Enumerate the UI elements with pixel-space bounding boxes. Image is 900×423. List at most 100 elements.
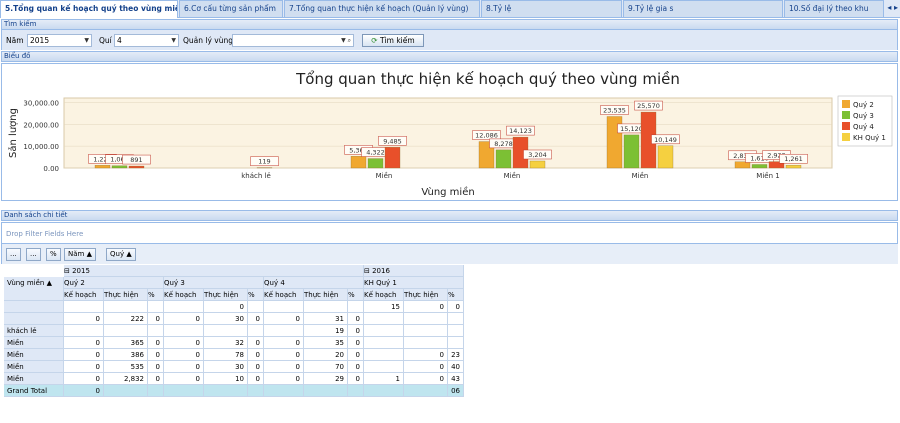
grand-total-cell: 06: [448, 385, 464, 397]
field-button-year[interactable]: Năm ▲: [64, 248, 96, 261]
grand-total-cell: [104, 385, 148, 397]
tab-overview-quarter[interactable]: 5.Tổng quan kế hoạch quý theo vùng miền: [0, 0, 178, 18]
data-cell: 386: [104, 349, 148, 361]
y-axis-label: Sản lượng: [7, 108, 19, 158]
data-label: 8,278: [494, 140, 513, 148]
x-tick-label: Miền: [504, 172, 521, 180]
data-cell: 30: [204, 313, 248, 325]
grand-total-cell: [248, 385, 264, 397]
x-tick-label: khách lẻ: [241, 172, 271, 180]
search-button[interactable]: ⟳ Tìm kiếm: [362, 34, 424, 47]
bar: [111, 165, 128, 169]
data-cell: 222: [104, 313, 148, 325]
data-cell: [348, 301, 364, 313]
data-cell: 31: [304, 313, 348, 325]
data-cell: 2,832: [104, 373, 148, 385]
year-header-2015[interactable]: ⊟ 2015: [64, 265, 364, 277]
data-label: 15,120: [620, 125, 643, 133]
data-cell: [248, 325, 264, 337]
x-tick-label: Miền: [376, 172, 393, 180]
field-button-percent[interactable]: %: [46, 248, 61, 261]
chart-panel: Tổng quan thực hiện kế hoạch quý theo vù…: [1, 63, 898, 201]
region-select[interactable]: ▼ ⌕: [232, 34, 354, 47]
data-cell: 70: [304, 361, 348, 373]
quarter-label: Quí: [99, 36, 112, 45]
legend-entry: Quý 3: [853, 112, 874, 120]
data-cell: 0: [348, 325, 364, 337]
data-cell: 0: [64, 361, 104, 373]
data-cell: 15: [364, 301, 404, 313]
chevron-down-icon: ▼: [171, 37, 176, 44]
quarter-header: Quý 4: [264, 277, 364, 289]
data-cell: [148, 301, 164, 313]
data-cell: 0: [248, 373, 264, 385]
x-axis-label: Vùng miền: [421, 186, 474, 198]
bar: [529, 160, 546, 169]
data-cell: [64, 301, 104, 313]
year-header-2016[interactable]: ⊟ 2016: [364, 265, 464, 277]
data-label: 1,261: [784, 155, 803, 163]
bar: [128, 165, 145, 169]
data-cell: [404, 325, 448, 337]
quarter-header: Quý 2: [64, 277, 164, 289]
data-cell: 32: [204, 337, 248, 349]
y-tick-label: 30,000.00: [23, 99, 59, 107]
data-cell: [164, 301, 204, 313]
data-cell: 0: [148, 361, 164, 373]
measure-header: Thực hiện: [104, 289, 148, 301]
legend-swatch: [842, 133, 850, 141]
data-label: 10,149: [654, 136, 677, 144]
chart-title: Tổng quan thực hiện kế hoạch quý theo vù…: [295, 70, 680, 88]
data-cell: 0: [148, 337, 164, 349]
grand-total-cell: [164, 385, 204, 397]
data-cell: 29: [304, 373, 348, 385]
legend-swatch: [842, 100, 850, 108]
bar: [734, 161, 751, 169]
row-field-vung-mien[interactable]: Vùng miền ▲: [4, 277, 64, 301]
measure-header: Kế hoạch: [164, 289, 204, 301]
tab-agents-by-area[interactable]: 10.Số đại lý theo khu: [784, 0, 884, 17]
grand-total-label: Grand Total: [4, 385, 64, 397]
data-cell: 0: [164, 373, 204, 385]
data-cell: 0: [248, 349, 264, 361]
data-cell: [204, 325, 248, 337]
tab-scroll-arrows[interactable]: ◂ ▸: [887, 3, 898, 12]
data-cell: 30: [204, 361, 248, 373]
data-cell: 0: [348, 361, 364, 373]
data-cell: 0: [164, 349, 204, 361]
data-label: 12,086: [475, 132, 498, 140]
bar: [495, 149, 512, 169]
field-button-quarter[interactable]: Quý ▲: [106, 248, 136, 261]
search-group-header: Tìm kiếm: [1, 19, 898, 30]
x-tick-label: Miền: [632, 172, 649, 180]
data-label: 9,485: [383, 137, 402, 145]
row-header: Miền: [4, 337, 64, 349]
data-cell: [264, 301, 304, 313]
data-cell: 0: [404, 301, 448, 313]
data-cell: 40: [448, 361, 464, 373]
tab-product-structure[interactable]: 6.Cơ cấu từng sản phẩm: [179, 0, 283, 17]
grand-total-cell: [348, 385, 364, 397]
chart-group-header: Biểu đồ: [1, 51, 898, 62]
measure-header: Thực hiện: [204, 289, 248, 301]
year-select[interactable]: 2015 ▼: [27, 34, 92, 47]
data-cell: 0: [64, 337, 104, 349]
bar-chart: Tổng quan thực hiện kế hoạch quý theo vù…: [7, 70, 893, 198]
quarter-select[interactable]: 4 ▼: [114, 34, 179, 47]
data-cell: [364, 349, 404, 361]
tab-ratio[interactable]: 8.Tỷ lệ: [481, 0, 622, 17]
filter-drop-zone[interactable]: Drop Filter Fields Here: [1, 222, 898, 244]
tab-plan-overview[interactable]: 7.Tổng quan thực hiện kế hoạch (Quản lý …: [284, 0, 480, 17]
data-cell: [264, 325, 304, 337]
field-button-2[interactable]: ...: [26, 248, 41, 261]
data-label: 891: [130, 156, 142, 164]
search-icon: ▼ ⌕: [341, 37, 351, 44]
measure-header: %: [148, 289, 164, 301]
quarter-header: Quý 3: [164, 277, 264, 289]
measure-header: Thực hiện: [304, 289, 348, 301]
field-button-1[interactable]: ...: [6, 248, 21, 261]
bar: [384, 147, 401, 169]
bar: [657, 145, 674, 169]
tab-growth-ratio[interactable]: 9.Tỷ lệ gia s: [623, 0, 783, 17]
data-cell: 0: [164, 361, 204, 373]
